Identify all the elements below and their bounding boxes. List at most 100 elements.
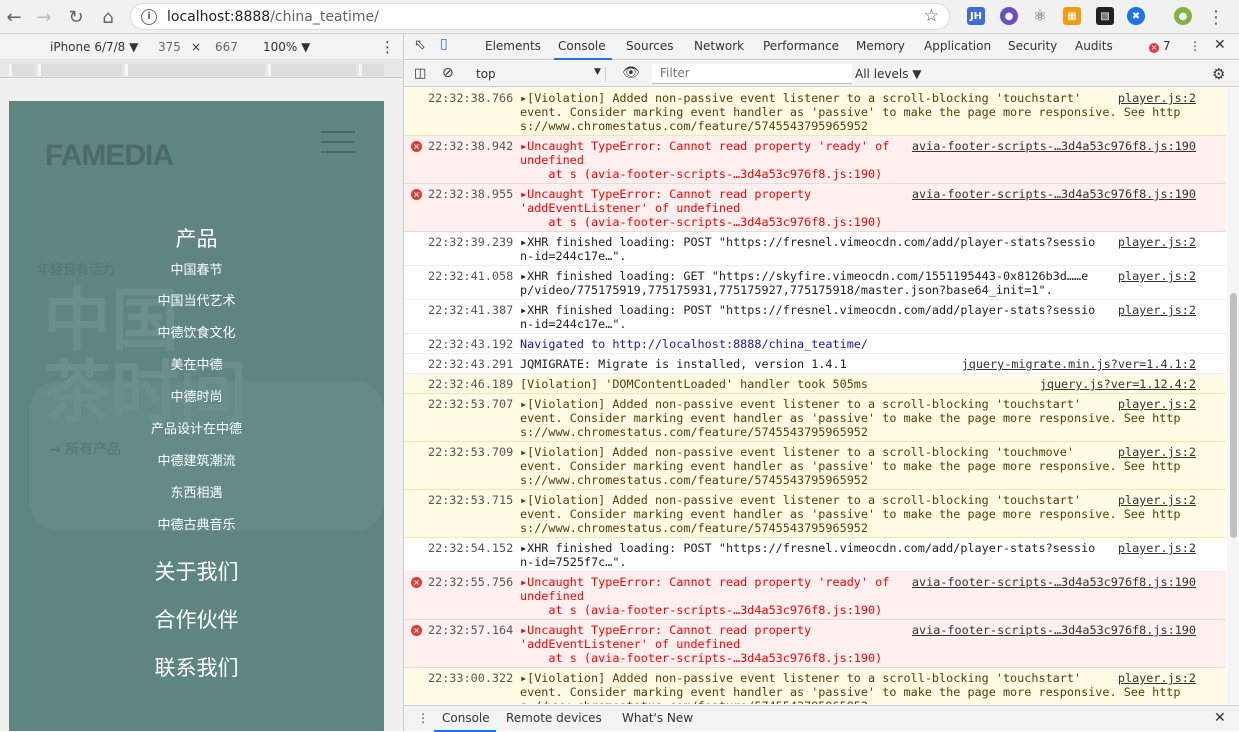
media-query-bar[interactable] [0,60,403,78]
message-source-link[interactable]: player.js:2 [1118,269,1196,283]
extension-qr-icon[interactable]: ▧ [1096,7,1114,25]
message-source-link[interactable]: player.js:2 [1118,91,1196,105]
menu-item-food-culture[interactable]: 中德饮食文化 [9,322,384,341]
menu-item-product-design[interactable]: 产品设计在中德 [9,418,384,437]
device-width[interactable]: 375 [158,40,181,54]
menu-item-contemporary-art[interactable]: 中国当代艺术 [9,290,384,309]
tab-sources[interactable]: Sources [626,39,673,53]
menu-item-architecture[interactable]: 中德建筑潮流 [9,450,384,469]
error-count-badge[interactable]: × 7 [1149,39,1170,53]
drawer-tab-whats-new[interactable]: What's New [622,711,693,725]
message-source-link[interactable]: player.js:2 [1118,671,1196,685]
menu-item-fashion[interactable]: 中德时尚 [9,386,384,405]
tab-security[interactable]: Security [1008,39,1057,53]
site-info-icon[interactable]: i [141,8,157,25]
scrollbar-thumb[interactable] [1230,293,1237,538]
message-source-link[interactable]: jquery.js?ver=1.12.4:2 [1040,377,1196,391]
menu-products[interactable]: 产品 [9,223,384,253]
tab-application[interactable]: Application [924,39,991,53]
console-message[interactable]: 22:33:00.322 ▸[Violation] Added non-passi… [404,668,1226,704]
bookmark-star-icon[interactable]: ☆ [924,6,939,26]
console-message[interactable]: 22:32:43.291 JQMIGRATE: Migrate is instal… [404,354,1226,374]
drawer-menu-icon[interactable]: ⋮ [417,711,429,725]
extension-blue-icon[interactable]: ✖ [1127,7,1145,25]
message-source-link[interactable]: player.js:2 [1118,235,1196,249]
message-source-link[interactable]: avia-footer-scripts-…3d4a53c976f8.js:190 [912,139,1196,153]
menu-about[interactable]: 关于我们 [9,556,384,586]
menu-partners[interactable]: 合作伙伴 [9,604,384,634]
profile-avatar-icon[interactable]: ● [1174,7,1192,25]
message-source-link[interactable]: player.js:2 [1118,493,1196,507]
device-more-icon[interactable]: ⋮ [380,38,395,56]
menu-item-classical-music[interactable]: 中德古典音乐 [9,514,384,533]
console-message[interactable]: 22:32:38.766 ▸[Violation] Added non-passi… [404,88,1226,136]
message-source-link[interactable]: avia-footer-scripts-…3d4a53c976f8.js:190 [912,575,1196,589]
message-text: n-id=244c17e…". [520,249,627,263]
zoom-select[interactable]: 100% ▼ [263,40,310,54]
tab-performance[interactable]: Performance [763,39,839,53]
console-settings-gear-icon[interactable]: ⚙ [1212,65,1225,83]
tab-elements[interactable]: Elements [485,39,541,53]
tab-memory[interactable]: Memory [856,39,905,53]
message-source-link[interactable]: avia-footer-scripts-…3d4a53c976f8.js:190 [912,187,1196,201]
message-source-link[interactable]: jquery-migrate.min.js?ver=1.4.1:2 [962,357,1196,371]
site-logo[interactable]: FAMEDIA [45,139,174,173]
device-select[interactable]: iPhone 6/7/8 ▼ [50,40,138,54]
console-message[interactable]: 22:32:41.058 ▸XHR finished loading: GET "… [404,266,1226,300]
drawer-close-icon[interactable]: ✕ [1214,710,1226,726]
live-expression-eye-icon[interactable]: 👁 [622,65,640,81]
message-source-link[interactable]: avia-footer-scripts-…3d4a53c976f8.js:190 [912,623,1196,637]
message-source-link[interactable]: player.js:2 [1118,541,1196,555]
console-message[interactable]: 22:32:41.387 ▸XHR finished loading: POST … [404,300,1226,334]
menu-contact[interactable]: 联系我们 [9,652,384,682]
device-toggle-icon[interactable]: ▯ [440,36,448,52]
filter-input[interactable] [660,64,850,82]
menu-item-beauty[interactable]: 美在中德 [9,354,384,373]
drawer-tab-remote-devices[interactable]: Remote devices [506,711,602,725]
drawer-tab-console[interactable]: Console [442,711,490,725]
menu-item-east-west[interactable]: 东西相遇 [9,482,384,501]
console-message[interactable]: 22:32:53.707 ▸[Violation] Added non-passi… [404,394,1226,442]
back-icon[interactable]: ← [0,3,28,31]
console-message[interactable]: 22:32:53.715 ▸[Violation] Added non-passi… [404,490,1226,538]
console-message[interactable]: 22:32:43.192 Navigated to http://localhos… [404,334,1226,354]
browser-menu-icon[interactable]: ⋮ [1202,3,1230,31]
extension-orange-icon[interactable]: ▦ [1063,7,1081,25]
console-message[interactable]: 22:32:39.239 ▸XHR finished loading: POST … [404,232,1226,266]
console-messages: 22:32:38.766 ▸[Violation] Added non-passi… [404,88,1226,704]
message-source-link[interactable]: player.js:2 [1118,397,1196,411]
reload-icon[interactable]: ↻ [62,3,90,31]
forward-icon[interactable]: → [30,3,58,31]
console-message[interactable]: 22:32:46.189 [Violation] 'DOMContentLoade… [404,374,1226,394]
log-levels-select[interactable]: All levels ▼ [855,67,922,81]
filter-input-box[interactable] [652,64,852,84]
hamburger-menu-icon[interactable] [321,131,355,153]
message-text: event. Consider marking event handler as… [520,507,1181,521]
console-message[interactable]: 22:32:53.709 ▸[Violation] Added non-passi… [404,442,1226,490]
tab-audits[interactable]: Audits [1075,39,1113,53]
console-message[interactable]: × 22:32:38.955 ▸Uncaught TypeError: Cannot… [404,184,1226,232]
tab-console[interactable]: Console [558,39,606,53]
sidebar-toggle-icon[interactable]: ◫ [414,66,426,81]
devtools-menu-icon[interactable]: ⋮ [1189,39,1201,53]
home-icon[interactable]: ⌂ [94,3,122,31]
message-source-link[interactable]: player.js:2 [1118,303,1196,317]
context-select[interactable]: top ▼ [476,67,606,81]
inspect-element-icon[interactable]: ⬁ [414,37,426,53]
extension-jh-icon[interactable]: JH [967,7,985,25]
console-message[interactable]: × 22:32:57.164 ▸Uncaught TypeError: Cannot… [404,620,1226,668]
console-message[interactable]: × 22:32:55.756 ▸Uncaught TypeError: Cannot… [404,572,1226,620]
devtools-close-icon[interactable]: ✕ [1214,37,1226,53]
menu-item-spring-festival[interactable]: 中国春节 [9,259,384,278]
tab-network[interactable]: Network [694,39,744,53]
address-bar[interactable]: i localhost:8888/china_teatime/ ☆ [130,3,950,30]
console-message[interactable]: 22:32:54.152 ▸XHR finished loading: POST … [404,538,1226,572]
clear-console-icon[interactable]: ⊘ [442,65,454,81]
console-scrollbar[interactable] [1227,88,1239,704]
extension-purple-icon[interactable]: ● [1000,7,1018,25]
device-height[interactable]: 667 [215,40,238,54]
message-text: event. Consider marking event handler as… [520,105,1181,119]
message-source-link[interactable]: player.js:2 [1118,445,1196,459]
extension-react-icon[interactable]: ⚛ [1031,7,1049,25]
console-message[interactable]: × 22:32:38.942 ▸Uncaught TypeError: Cannot… [404,136,1226,184]
